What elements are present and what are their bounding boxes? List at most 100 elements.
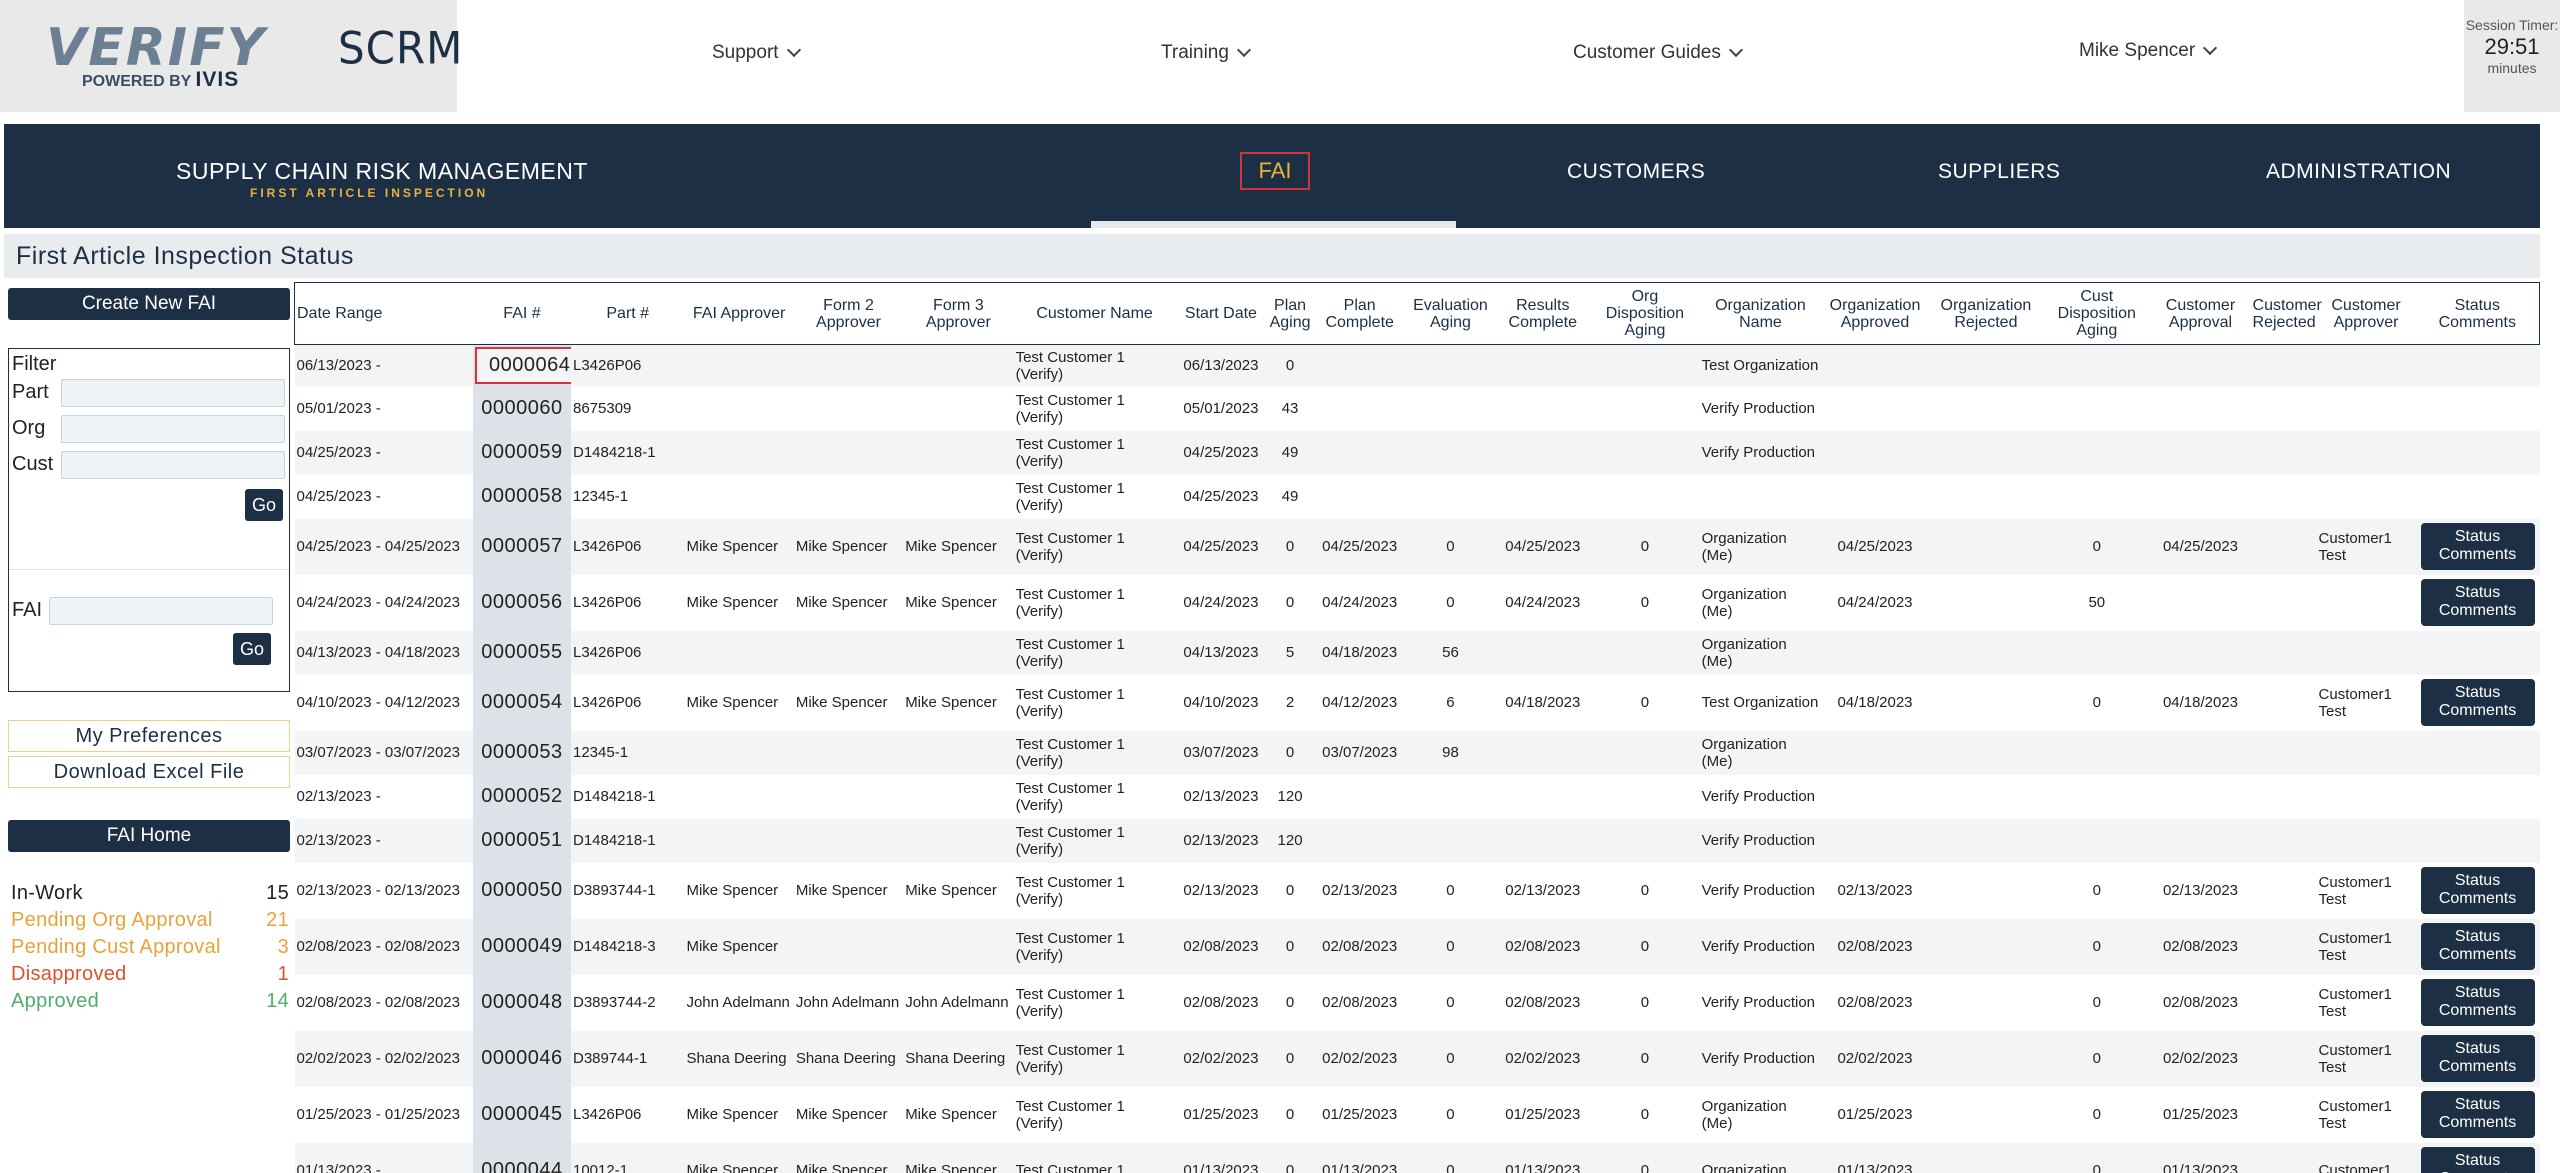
table-cell: 43 [1281,400,1299,417]
table-cell: Mike Spencer [795,1162,888,1173]
table-row[interactable]: 02/08/2023 - 02/08/2023 0000048 D3893744-2… [294,974,2540,1031]
fai-number-link[interactable]: 0000049 [472,918,571,975]
status-comments-button[interactable]: Status Comments [2420,979,2535,1026]
fai-number-link[interactable]: 0000052 [472,774,571,819]
status-comments-button[interactable]: Status Comments [2420,1035,2535,1082]
table-row[interactable]: 01/25/2023 - 01/25/2023 0000045 L3426P06 Mi… [294,1086,2540,1143]
table-row[interactable]: 04/25/2023 - 0000059 D1484218-1 Test Custom… [294,430,2540,475]
column-header[interactable]: Organization Name [1699,282,1822,345]
verify-logo[interactable]: VERIFY POWERED BY IVIS [46,18,276,91]
table-row[interactable]: 06/13/2023 - 0000064 L3426P06 Test Customer… [294,344,2540,387]
tab-customers[interactable]: CUSTOMERS [1567,160,1705,184]
stat-approved[interactable]: Approved 14 [11,990,289,1013]
fai-number-link[interactable]: 0000058 [472,474,571,519]
column-header[interactable]: Organization Rejected [1928,282,2044,345]
table-cell: 0 [1640,538,1650,555]
fai-number-link[interactable]: 0000051 [472,818,571,863]
table-row[interactable]: 04/13/2023 - 04/18/2023 0000055 L3426P06 Te… [294,630,2540,675]
column-header[interactable]: Status Comments [2415,282,2540,345]
status-comments-button[interactable]: Status Comments [2420,923,2535,970]
column-header[interactable]: FAI # [472,282,571,345]
fai-number-link[interactable]: 0000050 [472,862,571,919]
table-row[interactable]: 02/08/2023 - 02/08/2023 0000049 D1484218-3… [294,918,2540,975]
fai-number-link[interactable]: 0000053 [472,730,571,775]
fai-number-link[interactable]: 0000044 [472,1142,571,1173]
column-header[interactable]: Form 2 Approver [793,282,904,345]
part-filter-input[interactable] [61,379,285,407]
fai-number-link[interactable]: 0000046 [472,1030,571,1087]
stat-pending-org-approval[interactable]: Pending Org Approval 21 [11,909,289,932]
table-cell: Mike Spencer [686,538,779,555]
table-row[interactable]: 04/10/2023 - 04/12/2023 0000054 L3426P06 Mi… [294,674,2540,731]
column-header[interactable]: Results Complete [1495,282,1591,345]
table-cell: 04/25/2023 [1322,538,1398,555]
fai-number-link[interactable]: 0000060 [472,386,571,431]
org-filter-input[interactable] [61,415,285,443]
column-header[interactable]: Customer Name [1013,282,1176,345]
status-comments-button[interactable]: Status Comments [2420,1091,2535,1138]
fai-number-link[interactable]: 0000048 [472,974,571,1031]
fai-search-input[interactable] [49,597,273,625]
status-comments-button[interactable]: Status Comments [2420,679,2535,726]
stat-disapproved[interactable]: Disapproved 1 [11,963,289,986]
column-header[interactable]: Organization Approved [1821,282,1929,345]
column-header[interactable]: Evaluation Aging [1405,282,1496,345]
tab-suppliers[interactable]: SUPPLIERS [1938,160,2060,184]
table-cell: 01/25/2023 [2162,1106,2239,1123]
tab-administration[interactable]: ADMINISTRATION [2266,160,2451,184]
column-header[interactable]: Start Date [1175,282,1267,345]
user-menu[interactable]: Mike Spencer [2079,40,2218,62]
create-new-fai-button[interactable]: Create New FAI [8,288,290,320]
table-row[interactable]: 02/13/2023 - 0000052 D1484218-1 Test Custom… [294,774,2540,819]
fai-status-table-container[interactable]: Date Range FAI # Part # FAI Approver Form 2 … [294,282,2540,1173]
support-menu[interactable]: Support [712,42,801,64]
cust-filter-input[interactable] [61,451,285,479]
column-header[interactable]: Plan Complete [1313,282,1406,345]
table-row[interactable]: 01/13/2023 - 0000044 10012-1 Mike Spencer Mi… [294,1142,2540,1173]
column-header[interactable]: Org Disposition Aging [1590,282,1700,345]
table-cell [2317,775,2416,819]
my-preferences-button[interactable]: My Preferences [8,720,290,752]
table-row[interactable]: 05/01/2023 - 0000060 8675309 Test Customer … [294,386,2540,431]
customer-guides-menu[interactable]: Customer Guides [1573,42,1743,64]
table-cell: Status Comments [2416,675,2540,731]
table-row[interactable]: 04/24/2023 - 04/24/2023 0000056 L3426P06 Mi… [294,574,2540,631]
stat-in-work[interactable]: In-Work 15 [11,882,289,905]
table-cell [1929,919,2044,975]
fai-home-button[interactable]: FAI Home [8,820,290,852]
fai-number-link[interactable]: 0000055 [472,630,571,675]
status-comments-button[interactable]: Status Comments [2420,579,2535,626]
column-header[interactable]: FAI Approver [684,282,794,345]
column-header[interactable]: Plan Aging [1266,282,1314,345]
chevron-down-icon [786,42,801,58]
table-row[interactable]: 02/02/2023 - 02/02/2023 0000046 D389744-1 S… [294,1030,2540,1087]
table-row[interactable]: 03/07/2023 - 03/07/2023 0000053 12345-1 Tes… [294,730,2540,775]
status-comments-button[interactable]: Status Comments [2420,523,2535,570]
download-excel-button[interactable]: Download Excel File [8,756,290,788]
training-menu[interactable]: Training [1161,42,1252,64]
column-header[interactable]: Customer Rejected [2250,282,2322,345]
fai-number-link[interactable]: 0000057 [472,518,571,575]
column-header[interactable]: Customer Approval [2150,282,2251,345]
column-header[interactable]: Form 3 Approver [903,282,1014,345]
stat-pending-cust-approval[interactable]: Pending Cust Approval 3 [11,936,289,959]
fai-go-button[interactable]: Go [233,633,271,665]
table-row[interactable]: 04/25/2023 - 0000058 12345-1 Test Customer … [294,474,2540,519]
column-header[interactable]: Customer Approver [2316,282,2416,345]
tab-fai[interactable]: FAI [1240,152,1310,190]
table-row[interactable]: 02/13/2023 - 0000051 D1484218-1 Test Custom… [294,818,2540,863]
fai-number-link[interactable]: 0000054 [472,674,571,731]
filter-go-button[interactable]: Go [245,489,283,521]
fai-number-link[interactable]: 0000059 [472,430,571,475]
column-header[interactable]: Cust Disposition Aging [2043,282,2151,345]
status-comments-button[interactable]: Status Comments [2420,1147,2535,1173]
fai-number-link[interactable]: 0000056 [472,574,571,631]
table-row[interactable]: 02/13/2023 - 02/13/2023 0000050 D3893744-1… [294,862,2540,919]
table-row[interactable]: 04/25/2023 - 04/25/2023 0000057 L3426P06 Mi… [294,518,2540,575]
fai-number-link[interactable]: 0000045 [472,1086,571,1143]
fai-number-link[interactable]: 0000064 [472,344,571,387]
table-cell: Status Comments [2416,975,2540,1031]
column-header[interactable]: Date Range [294,282,473,345]
column-header[interactable]: Part # [570,282,685,345]
status-comments-button[interactable]: Status Comments [2420,867,2535,914]
